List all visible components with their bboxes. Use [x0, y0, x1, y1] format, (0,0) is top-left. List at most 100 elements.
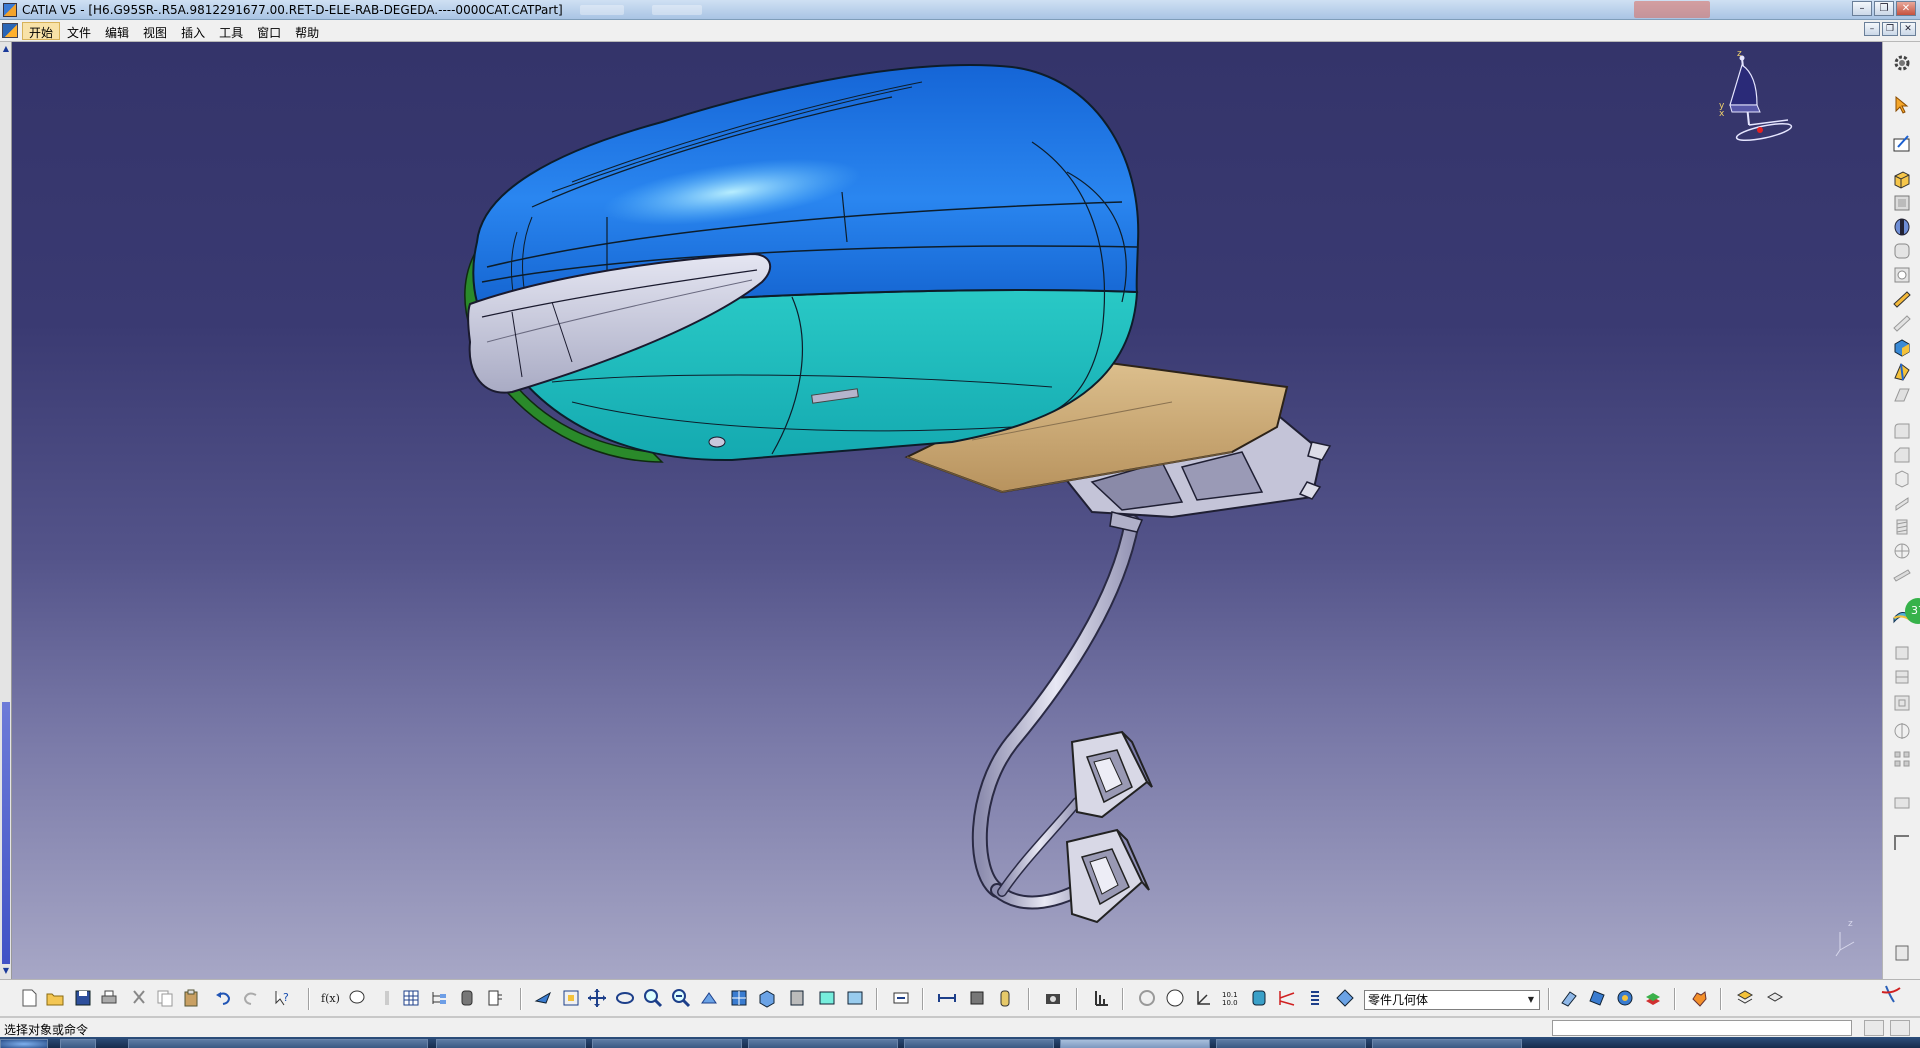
- apply-material-btn-icon[interactable]: [994, 987, 1016, 1009]
- restore-icon[interactable]: ❐: [1874, 1, 1894, 16]
- open-folder-icon[interactable]: [44, 987, 66, 1009]
- shaft-icon[interactable]: [1891, 216, 1913, 238]
- update-icon[interactable]: [890, 987, 912, 1009]
- menu-window[interactable]: 窗口: [250, 22, 288, 40]
- surface-icon[interactable]: [1586, 987, 1608, 1009]
- taskbar-item[interactable]: [128, 1039, 428, 1048]
- chevron-down-icon[interactable]: ▼: [1523, 991, 1539, 1009]
- scroll-thumb[interactable]: [2, 702, 10, 964]
- sketch-icon[interactable]: [1891, 132, 1913, 154]
- catia-app-icon[interactable]: [3, 3, 17, 17]
- split-icon[interactable]: [1891, 564, 1913, 586]
- status-button[interactable]: [1890, 1020, 1910, 1036]
- axis-icon[interactable]: [1192, 987, 1214, 1009]
- paste-icon[interactable]: [180, 987, 202, 1009]
- knowledge-icon[interactable]: [346, 987, 368, 1009]
- chamfer-icon[interactable]: [1891, 444, 1913, 466]
- shading-icon[interactable]: [786, 987, 808, 1009]
- axis-system-icon[interactable]: [1090, 987, 1112, 1009]
- apply-material-icon[interactable]: [1891, 942, 1913, 964]
- scale-icon[interactable]: [1891, 792, 1913, 814]
- doc-restore-icon[interactable]: ❐: [1882, 22, 1898, 36]
- multi-section-icon[interactable]: [1891, 360, 1913, 382]
- redo-icon[interactable]: [240, 987, 262, 1009]
- hole-icon[interactable]: [1891, 264, 1913, 286]
- tools-icon[interactable]: [1764, 987, 1786, 1009]
- menu-insert[interactable]: 插入: [174, 22, 212, 40]
- translate-icon[interactable]: [1891, 692, 1913, 714]
- doc-close-icon[interactable]: ✕: [1900, 22, 1916, 36]
- menu-help[interactable]: 帮助: [288, 22, 326, 40]
- solid-combine-icon[interactable]: [1891, 336, 1913, 358]
- zoom-out-icon[interactable]: [670, 987, 692, 1009]
- scroll-up-icon[interactable]: ▲: [1, 44, 11, 54]
- document-icon[interactable]: [2, 23, 18, 38]
- boolean-icon[interactable]: [1891, 540, 1913, 562]
- pan-icon[interactable]: [586, 987, 608, 1009]
- hand-icon[interactable]: [1164, 987, 1186, 1009]
- connector-upper[interactable]: [1070, 730, 1153, 819]
- scroll-down-icon[interactable]: ▼: [1, 966, 11, 976]
- normal-view-icon[interactable]: [698, 987, 720, 1009]
- start-button[interactable]: [0, 1039, 48, 1048]
- catalog-icon[interactable]: [456, 987, 478, 1009]
- print-icon[interactable]: [98, 987, 120, 1009]
- menu-start[interactable]: 开始: [22, 22, 61, 40]
- left-scrollbar[interactable]: ▲ ▼: [0, 42, 12, 979]
- table-icon[interactable]: [400, 987, 422, 1009]
- list-icon[interactable]: [1304, 987, 1326, 1009]
- workbench-icon[interactable]: [1734, 987, 1756, 1009]
- whats-this-icon[interactable]: ?: [272, 987, 294, 1009]
- doc-minimize-icon[interactable]: –: [1864, 22, 1880, 36]
- pocket-icon[interactable]: [1891, 192, 1913, 214]
- copy-icon[interactable]: [154, 987, 176, 1009]
- slot-icon[interactable]: [1891, 312, 1913, 334]
- hide-show-icon[interactable]: [816, 987, 838, 1009]
- sew-surface-icon[interactable]: [1891, 666, 1913, 688]
- cut-icon[interactable]: [128, 987, 150, 1009]
- refresh-icon[interactable]: [1136, 987, 1158, 1009]
- measure-icon[interactable]: [1891, 832, 1913, 854]
- menu-file[interactable]: 文件: [60, 22, 98, 40]
- menu-tools[interactable]: 工具: [212, 22, 250, 40]
- rotate-icon[interactable]: [614, 987, 636, 1009]
- status-button[interactable]: [1864, 1020, 1884, 1036]
- multi-view-icon[interactable]: [728, 987, 750, 1009]
- taskbar-item[interactable]: [904, 1039, 1054, 1048]
- gear-icon[interactable]: [1891, 52, 1913, 74]
- menu-view[interactable]: 视图: [136, 22, 174, 40]
- taskbar-item[interactable]: [1372, 1039, 1522, 1048]
- hand-tool-icon[interactable]: [1688, 987, 1710, 1009]
- layers-icon[interactable]: [1642, 987, 1664, 1009]
- fly-mode-icon[interactable]: [532, 987, 554, 1009]
- pattern-icon[interactable]: [1891, 748, 1913, 770]
- formula-icon[interactable]: f(x): [320, 987, 342, 1009]
- connector-lower[interactable]: [1065, 828, 1150, 924]
- constraint-icon[interactable]: [1248, 987, 1270, 1009]
- groove-icon[interactable]: [1891, 240, 1913, 262]
- thread-icon[interactable]: [1891, 516, 1913, 538]
- select-arrow-icon[interactable]: [1891, 94, 1913, 116]
- taskbar-item[interactable]: [592, 1039, 742, 1048]
- measure-inertia-icon[interactable]: [966, 987, 988, 1009]
- fillet-icon[interactable]: [1891, 420, 1913, 442]
- geometrical-set-icon[interactable]: [1558, 987, 1580, 1009]
- close-icon[interactable]: ✕: [1896, 1, 1916, 16]
- minimize-icon[interactable]: –: [1852, 1, 1872, 16]
- symmetry-icon[interactable]: [1891, 720, 1913, 742]
- pad-icon[interactable]: [1891, 168, 1913, 190]
- iso-view-icon[interactable]: [756, 987, 778, 1009]
- undo-icon[interactable]: [212, 987, 234, 1009]
- measure-between-icon[interactable]: [936, 987, 958, 1009]
- taskbar-item-active[interactable]: [1060, 1039, 1210, 1048]
- compass-icon[interactable]: z y x: [1712, 50, 1802, 150]
- taskbar-item[interactable]: [1216, 1039, 1366, 1048]
- taskbar-item[interactable]: [748, 1039, 898, 1048]
- menu-edit[interactable]: 编辑: [98, 22, 136, 40]
- 3d-viewport[interactable]: z y x z: [12, 42, 1882, 979]
- close-surface-icon[interactable]: [1891, 642, 1913, 664]
- scale-measure-icon[interactable]: 10.1 10.0: [1220, 987, 1242, 1009]
- body-icon[interactable]: [1614, 987, 1636, 1009]
- thickness-icon[interactable]: [1891, 492, 1913, 514]
- taskbar-item[interactable]: [60, 1039, 96, 1048]
